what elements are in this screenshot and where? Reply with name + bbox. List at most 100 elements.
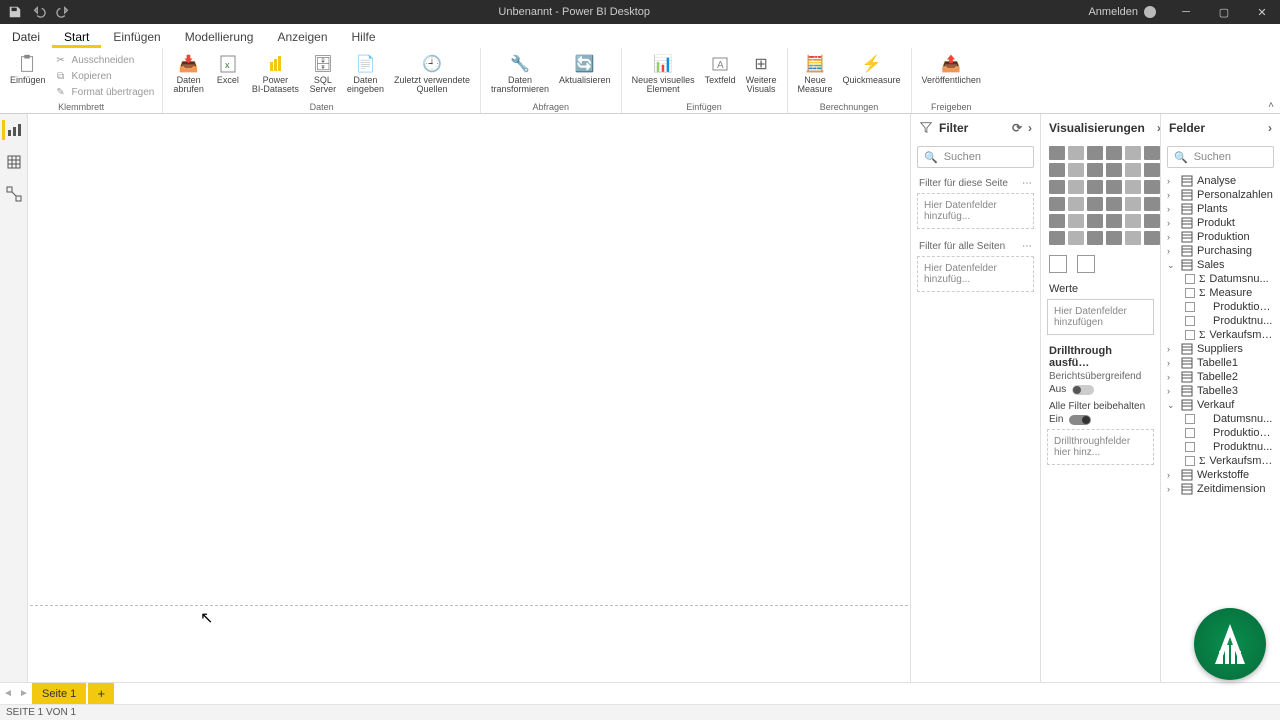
model-view-button[interactable] [4,184,24,204]
cross-report-toggle[interactable] [1072,385,1094,395]
recent-sources-button[interactable]: 🕘Zuletzt verwendete Quellen [390,50,474,102]
table-Tabelle3[interactable]: ›Tabelle3 [1163,384,1278,398]
viz-type-8[interactable] [1087,163,1103,177]
pbi-datasets-button[interactable]: Power BI-Datasets [248,50,303,102]
fields-collapse-icon[interactable]: › [1268,121,1272,135]
sign-in-button[interactable]: Anmelden [1078,6,1166,18]
more-icon[interactable]: ⋯ [1022,178,1032,189]
field-Verkaufsme...[interactable]: ΣVerkaufsme... [1163,454,1278,468]
viz-type-11[interactable] [1144,163,1160,177]
transform-data-button[interactable]: 🔧Daten transformieren [487,50,553,102]
filter-collapse-icon[interactable]: › [1028,121,1032,135]
viz-type-35[interactable] [1144,231,1160,245]
viz-type-28[interactable] [1125,214,1141,228]
filter-all-drop[interactable]: Hier Datenfelder hinzufüg... [917,256,1034,292]
format-tab[interactable] [1077,255,1095,273]
field-Produktion...[interactable]: Produktion... [1163,426,1278,440]
table-Plants[interactable]: ›Plants [1163,202,1278,216]
get-data-button[interactable]: 📥Daten abrufen [169,50,208,102]
excel-button[interactable]: xExcel [210,50,246,102]
redo-icon[interactable] [56,5,70,19]
textbox-button[interactable]: ATextfeld [701,50,740,102]
keep-filters-toggle[interactable] [1069,415,1091,425]
viz-type-23[interactable] [1144,197,1160,211]
filter-search-input[interactable]: 🔍 Suchen [917,146,1034,168]
filter-page-drop[interactable]: Hier Datenfelder hinzufüg... [917,193,1034,229]
checkbox[interactable] [1185,316,1195,326]
viz-type-0[interactable] [1049,146,1065,160]
viz-type-15[interactable] [1106,180,1122,194]
add-page-button[interactable]: + [88,683,114,704]
checkbox[interactable] [1185,302,1195,312]
tab-start[interactable]: Start [52,26,101,48]
refresh-button[interactable]: 🔄Aktualisieren [555,50,615,102]
table-Produktion[interactable]: ›Produktion [1163,230,1278,244]
sql-server-button[interactable]: 🗄SQL Server [305,50,341,102]
tab-view[interactable]: Anzeigen [265,26,339,48]
viz-type-34[interactable] [1125,231,1141,245]
publish-button[interactable]: 📤Veröffentlichen [918,50,985,102]
field-Produktnu...[interactable]: Produktnu... [1163,440,1278,454]
fields-search-input[interactable]: 🔍 Suchen [1167,146,1274,168]
table-Sales[interactable]: ⌄Sales [1163,258,1278,272]
viz-type-20[interactable] [1087,197,1103,211]
field-Produktion...[interactable]: Produktion... [1163,300,1278,314]
viz-type-3[interactable] [1106,146,1122,160]
table-Tabelle1[interactable]: ›Tabelle1 [1163,356,1278,370]
viz-type-17[interactable] [1144,180,1160,194]
table-Suppliers[interactable]: ›Suppliers [1163,342,1278,356]
checkbox[interactable] [1185,330,1195,340]
field-Produktnu...[interactable]: Produktnu... [1163,314,1278,328]
tab-file[interactable]: Datei [0,26,52,48]
viz-type-1[interactable] [1068,146,1084,160]
table-Produkt[interactable]: ›Produkt [1163,216,1278,230]
viz-type-21[interactable] [1106,197,1122,211]
checkbox[interactable] [1185,442,1195,452]
values-drop[interactable]: Hier Datenfelder hinzufügen [1047,299,1154,335]
viz-type-12[interactable] [1049,180,1065,194]
tab-insert[interactable]: Einfügen [101,26,172,48]
tab-model[interactable]: Modellierung [173,26,266,48]
checkbox[interactable] [1185,414,1195,424]
table-Verkauf[interactable]: ⌄Verkauf [1163,398,1278,412]
viz-type-27[interactable] [1106,214,1122,228]
new-visual-button[interactable]: 📊Neues visuelles Element [628,50,699,102]
paste-button[interactable]: Einfügen [6,50,50,102]
checkbox[interactable] [1185,274,1195,284]
table-Purchasing[interactable]: ›Purchasing [1163,244,1278,258]
table-Analyse[interactable]: ›Analyse [1163,174,1278,188]
page-prev-button[interactable]: ◄ [0,683,16,704]
maximize-button[interactable]: ▢ [1206,0,1242,24]
filter-reset-icon[interactable]: ⟳ [1012,121,1022,135]
report-view-button[interactable] [2,120,22,140]
minimize-button[interactable]: ─ [1168,0,1204,24]
report-canvas[interactable]: ↖ [28,114,910,682]
table-Personalzahlen[interactable]: ›Personalzahlen [1163,188,1278,202]
viz-type-26[interactable] [1087,214,1103,228]
viz-type-24[interactable] [1049,214,1065,228]
viz-type-6[interactable] [1049,163,1065,177]
checkbox[interactable] [1185,428,1195,438]
enter-data-button[interactable]: 📄Daten eingeben [343,50,388,102]
viz-type-5[interactable] [1144,146,1160,160]
table-Zeitdimension[interactable]: ›Zeitdimension [1163,482,1278,496]
viz-type-10[interactable] [1125,163,1141,177]
viz-type-29[interactable] [1144,214,1160,228]
drillthrough-drop[interactable]: Drillthroughfelder hier hinz... [1047,429,1154,465]
data-view-button[interactable] [4,152,24,172]
viz-type-18[interactable] [1049,197,1065,211]
viz-type-33[interactable] [1106,231,1122,245]
viz-type-30[interactable] [1049,231,1065,245]
field-Datumsnu...[interactable]: ΣDatumsnu... [1163,272,1278,286]
viz-type-25[interactable] [1068,214,1084,228]
more-icon[interactable]: ⋯ [1022,241,1032,252]
fields-well-tab[interactable] [1049,255,1067,273]
more-visuals-button[interactable]: ⊞Weitere Visuals [742,50,781,102]
new-measure-button[interactable]: 🧮Neue Measure [794,50,837,102]
viz-type-31[interactable] [1068,231,1084,245]
viz-type-32[interactable] [1087,231,1103,245]
table-Tabelle2[interactable]: ›Tabelle2 [1163,370,1278,384]
page-tab-1[interactable]: Seite 1 [32,683,86,704]
save-icon[interactable] [8,5,22,19]
viz-type-19[interactable] [1068,197,1084,211]
